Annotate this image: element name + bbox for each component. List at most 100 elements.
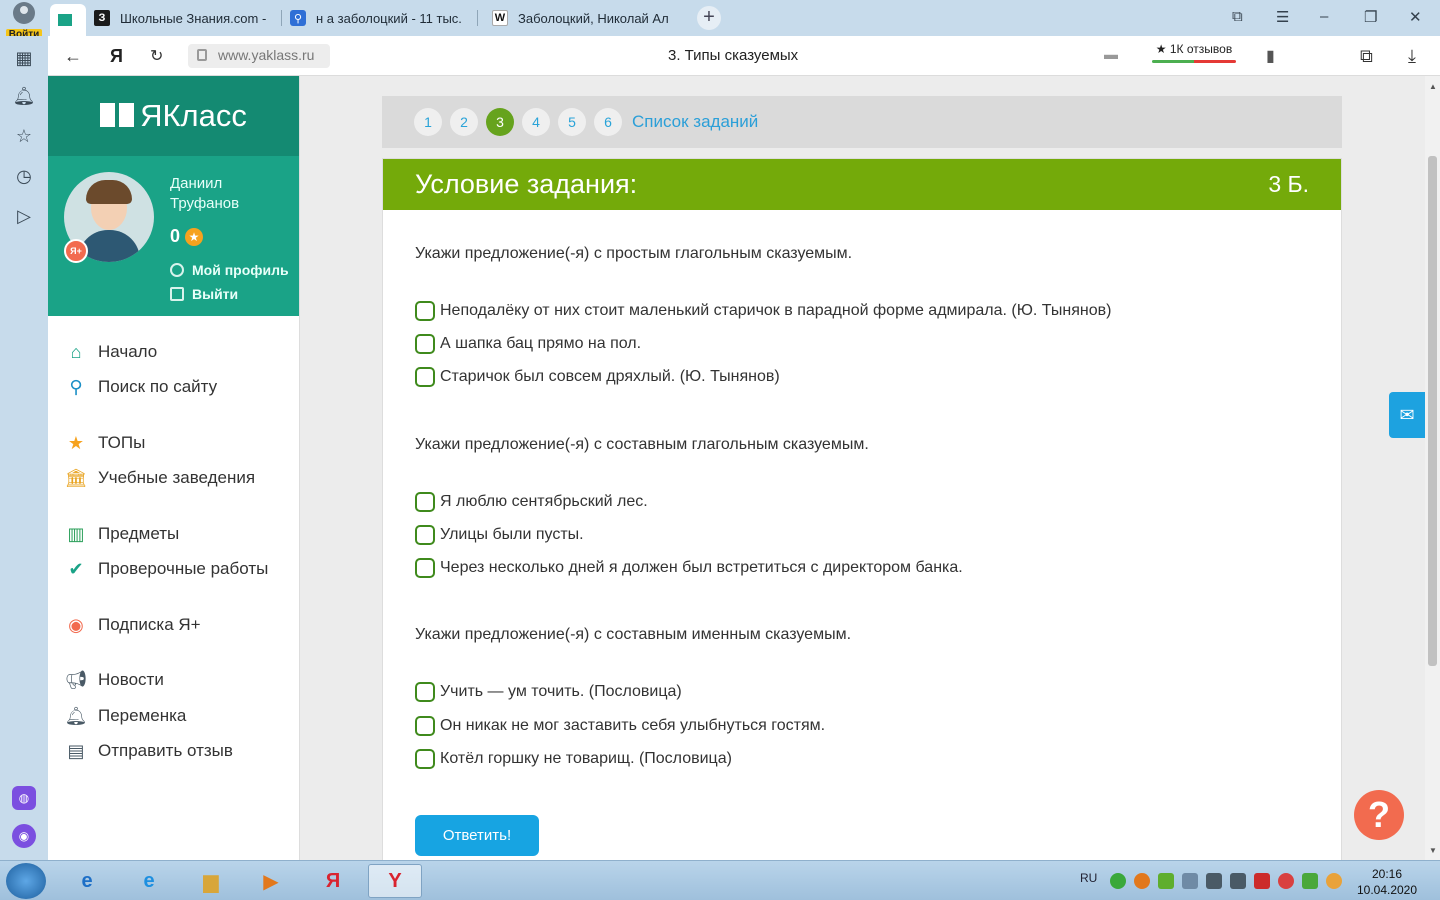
books-icon: ▥: [67, 523, 85, 544]
logout-link[interactable]: Выйти: [170, 286, 238, 302]
ie-icon[interactable]: e: [122, 864, 176, 898]
option-checkbox[interactable]: Я люблю сентябрьский лес.: [415, 492, 648, 512]
site-logo[interactable]: ЯКласс: [48, 76, 299, 156]
tab-yaklass[interactable]: [50, 4, 86, 36]
checkbox[interactable]: [415, 525, 435, 545]
step-3-current[interactable]: 3: [486, 108, 514, 136]
tab-search[interactable]: ⚲ н а заболоцкий - 11 тыс. р: [282, 4, 478, 32]
menu-item-home[interactable]: ⌂ Начало: [48, 334, 299, 370]
step-2[interactable]: 2: [450, 108, 478, 136]
checkbox[interactable]: [415, 367, 435, 387]
antivirus-icon[interactable]: [1110, 873, 1126, 889]
page-title: 3. Типы сказуемых: [668, 47, 799, 64]
tray-stop-icon[interactable]: [1278, 873, 1294, 889]
menu-item-search[interactable]: ⚲ Поиск по сайту: [48, 370, 299, 406]
scroll-up-icon[interactable]: ▲: [1429, 82, 1437, 91]
scrollbar[interactable]: ▲ ▼: [1425, 76, 1440, 860]
user-name[interactable]: Даниил Труфанов: [170, 174, 239, 214]
option-checkbox[interactable]: Учить — ум точить. (Пословица): [415, 682, 682, 702]
checkbox[interactable]: [415, 301, 435, 321]
step-1[interactable]: 1: [414, 108, 442, 136]
star-icon[interactable]: ☆: [12, 124, 36, 148]
maximize-icon[interactable]: ❐: [1364, 8, 1377, 26]
mail-icon[interactable]: ✉: [1389, 392, 1425, 438]
tray-download-icon[interactable]: [1302, 873, 1318, 889]
network-icon[interactable]: [1230, 873, 1246, 889]
help-button[interactable]: ?: [1354, 790, 1404, 840]
checkbox[interactable]: [415, 334, 435, 354]
login-button[interactable]: Войти: [4, 2, 44, 40]
checkbox[interactable]: [415, 749, 435, 769]
checkbox[interactable]: [415, 682, 435, 702]
step-6[interactable]: 6: [594, 108, 622, 136]
my-profile-link[interactable]: Мой профиль: [170, 262, 289, 278]
menu-item-news[interactable]: 📢︎ Новости: [48, 663, 299, 699]
tray-v-icon[interactable]: [1254, 873, 1270, 889]
option-checkbox[interactable]: Через несколько дней я должен был встрет…: [415, 558, 963, 578]
tab-wikipedia[interactable]: W Заболоцкий, Николай Але: [484, 4, 684, 32]
media-player-icon[interactable]: ▶: [244, 864, 298, 898]
option-label: Котёл горшку не товарищ. (Пословица): [440, 750, 732, 767]
reviews-widget[interactable]: ★ 1К отзывов: [1152, 42, 1236, 63]
yandex-icon[interactable]: Я: [110, 46, 123, 67]
alice-app-icon[interactable]: ◍: [12, 786, 36, 810]
grid-icon[interactable]: ▦: [12, 46, 36, 70]
language-indicator[interactable]: RU: [1080, 871, 1097, 885]
option-checkbox[interactable]: Улицы были пусты.: [415, 525, 584, 545]
option-checkbox[interactable]: Котёл горшку не товарищ. (Пословица): [415, 749, 732, 769]
new-tab-button[interactable]: +: [697, 6, 721, 30]
tray-settings-icon[interactable]: [1326, 873, 1342, 889]
option-checkbox[interactable]: Он никак не мог заставить себя улыбнутьс…: [415, 716, 825, 736]
menu-icon[interactable]: ☰: [1276, 8, 1289, 26]
tray-device-icon[interactable]: [1182, 873, 1198, 889]
url-field[interactable]: www.yaklass.ru: [188, 44, 330, 68]
step-4[interactable]: 4: [522, 108, 550, 136]
menu-item-schools[interactable]: 🏛︎ Учебные заведения: [48, 461, 299, 497]
checkbox[interactable]: [415, 492, 435, 512]
menu-item-break[interactable]: 🔔︎ Переменка: [48, 698, 299, 734]
clock[interactable]: 20:16 10.04.2020: [1352, 866, 1422, 898]
tab-znania[interactable]: З Школьные Знания.com - Р: [86, 4, 282, 32]
minimize-icon[interactable]: –: [1320, 8, 1328, 25]
download-icon[interactable]: ⤓: [1408, 46, 1416, 67]
ie-pinned-icon[interactable]: e: [60, 864, 114, 898]
step-5[interactable]: 5: [558, 108, 586, 136]
question-prompt: Укажи предложение(-я) с простым глагольн…: [415, 245, 853, 262]
bookmark-icon[interactable]: ▮: [1266, 46, 1275, 66]
task-list-link[interactable]: Список заданий: [632, 112, 758, 132]
menu-item-subjects[interactable]: ▥ Предметы: [48, 516, 299, 552]
scroll-down-icon[interactable]: ▼: [1429, 846, 1437, 855]
explorer-icon[interactable]: ▆: [184, 864, 238, 898]
option-checkbox[interactable]: Неподалёку от них стоит маленький старич…: [415, 301, 1111, 321]
comment-icon[interactable]: ▬: [1104, 46, 1118, 62]
back-icon[interactable]: ←: [64, 46, 82, 67]
history-icon[interactable]: ◷: [12, 164, 36, 188]
close-icon[interactable]: ✕: [1409, 8, 1422, 26]
task-header-title: Условие задания:: [415, 169, 638, 199]
yandex-active-icon[interactable]: Y: [368, 864, 422, 898]
collections-icon[interactable]: ⧉: [1360, 46, 1373, 67]
tray-app-icon[interactable]: [1134, 873, 1150, 889]
menu-item-feedback[interactable]: ▤ Отправить отзыв: [48, 734, 299, 770]
menu-item-subscription[interactable]: ◉ Подписка Я+: [48, 607, 299, 643]
submit-answer-button[interactable]: Ответить!: [415, 815, 539, 856]
alice-icon[interactable]: ◉: [12, 824, 36, 848]
scrollbar-thumb[interactable]: [1428, 156, 1437, 666]
checkbox[interactable]: [415, 558, 435, 578]
play-icon[interactable]: ▷: [12, 204, 36, 228]
reload-icon[interactable]: ↻: [150, 46, 163, 66]
start-button[interactable]: [6, 863, 46, 899]
menu-item-tops[interactable]: ★ ТОПы: [48, 425, 299, 461]
yandex-browser-icon[interactable]: Я: [306, 864, 360, 898]
tray-utility-icon[interactable]: [1158, 873, 1174, 889]
menu-label: Переменка: [98, 705, 187, 725]
address-bar: ← Я ↻ www.yaklass.ru 3. Типы сказуемых ▬…: [48, 36, 1440, 76]
wikipedia-icon: W: [492, 10, 508, 26]
bell-icon[interactable]: 🔔︎: [12, 84, 36, 108]
option-checkbox[interactable]: Старичок был совсем дряхлый. (Ю. Тынянов…: [415, 367, 780, 387]
checkbox[interactable]: [415, 716, 435, 736]
tabs-list-icon[interactable]: ⧉: [1232, 8, 1243, 25]
menu-item-tests[interactable]: ✔ Проверочные работы: [48, 552, 299, 588]
volume-icon[interactable]: [1206, 873, 1222, 889]
option-checkbox[interactable]: А шапка бац прямо на пол.: [415, 334, 641, 354]
